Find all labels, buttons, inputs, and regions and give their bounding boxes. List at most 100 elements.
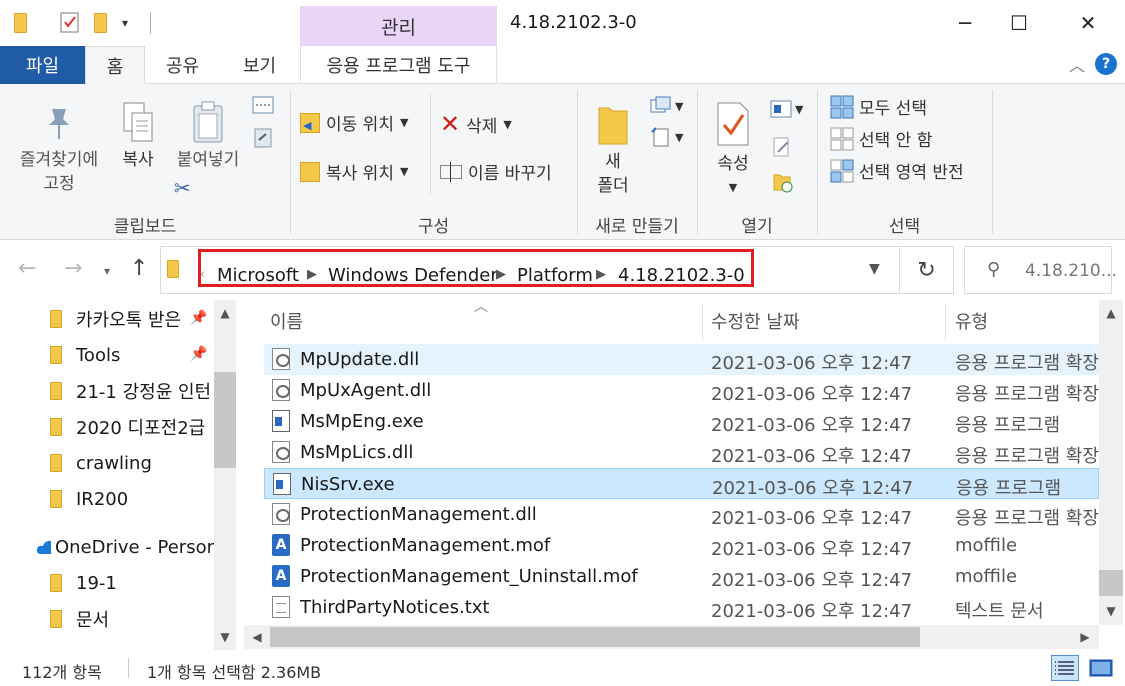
file-name: ProtectionManagement.dll — [300, 504, 537, 525]
search-input[interactable]: ⚲ 4.18.210... — [964, 246, 1117, 294]
scroll-down-arrow-icon[interactable]: ▼ — [214, 630, 236, 644]
new-folder-quick-access-icon[interactable] — [94, 12, 107, 34]
new-folder-button[interactable]: 새 폴더 — [585, 98, 641, 198]
nav-scrollbar[interactable] — [214, 300, 236, 650]
minimize-button[interactable]: ─ — [938, 0, 992, 46]
pin-icon: 📌 — [190, 346, 208, 362]
back-arrow-icon[interactable]: ← — [18, 256, 36, 281]
nav-item-label: Tools — [76, 344, 121, 366]
nav-item-2020[interactable]: 2020 디포전2급 — [50, 410, 214, 444]
address-highlight-box — [198, 249, 754, 287]
properties-icon — [705, 96, 761, 152]
file-list-horizontal-thumb[interactable] — [270, 627, 920, 647]
scroll-down-arrow-icon[interactable]: ▼ — [1100, 604, 1122, 618]
organize-group-label: 구성 — [417, 217, 450, 237]
file-row[interactable]: MpUpdate.dll 2021-03-06 오후 12:47 응용 프로그램 확… — [264, 344, 1099, 375]
file-row[interactable]: MsMpEng.exe 2021-03-06 오후 12:47 응용 프로그램 — [264, 406, 1099, 437]
tab-home[interactable]: 홈 — [85, 46, 145, 85]
copy-icon — [112, 98, 164, 148]
up-arrow-icon[interactable]: ↑ — [130, 256, 148, 281]
address-history-chevron-icon[interactable]: ▼ — [869, 261, 880, 277]
maximize-button[interactable]: ☐ — [992, 0, 1046, 46]
nav-item-documents[interactable]: 문서 — [50, 602, 214, 636]
new-item-button[interactable]: ▼ — [650, 96, 683, 116]
scroll-left-arrow-icon[interactable]: ◀ — [246, 630, 268, 644]
move-to-label: 이동 위치 — [326, 115, 394, 135]
nav-item-ir200[interactable]: IR200 — [50, 482, 214, 516]
nav-item-label: 카카오톡 받은 — [76, 310, 182, 331]
nav-item-19-1[interactable]: 19-1 — [50, 566, 214, 600]
copy-to-label: 복사 위치 — [326, 164, 394, 184]
properties-button[interactable]: 속성 ▼ — [705, 96, 761, 200]
tab-share[interactable]: 공유 — [150, 46, 215, 84]
chevron-down-icon: ▼ — [675, 99, 684, 113]
folder-icon — [50, 382, 62, 400]
delete-button[interactable]: ✕ 삭제 ▼ — [440, 110, 512, 138]
copy-to-button[interactable]: 복사 위치 ▼ — [300, 159, 408, 184]
nav-scroll-thumb[interactable] — [214, 372, 236, 468]
select-all-button[interactable]: 모두 선택 — [830, 94, 927, 119]
file-type: moffile — [955, 566, 1018, 587]
file-row[interactable]: ProtectionManagement.dll 2021-03-06 오후 12… — [264, 499, 1099, 530]
pin-to-quick-access-button[interactable]: 즐겨찾기에 고정 — [10, 98, 108, 196]
folder-icon — [50, 574, 62, 592]
onedrive-label: OneDrive - Persor — [54, 536, 214, 558]
details-view-icon[interactable] — [1051, 655, 1079, 681]
invert-selection-button[interactable]: 선택 영역 반전 — [830, 158, 964, 183]
file-type: 응용 프로그램 확장 — [955, 384, 1099, 405]
nav-item-crawling[interactable]: crawling — [50, 446, 214, 480]
file-name: ThirdPartyNotices.txt — [300, 597, 490, 618]
large-icons-view-icon[interactable] — [1087, 655, 1115, 681]
tab-app-tools[interactable]: 응용 프로그램 도구 — [300, 46, 497, 84]
folder-icon — [50, 454, 62, 472]
properties-quick-access-icon[interactable] — [60, 12, 80, 34]
scroll-up-arrow-icon[interactable]: ▲ — [1100, 306, 1122, 320]
file-list-vertical-thumb[interactable] — [1099, 570, 1123, 596]
select-none-button[interactable]: 선택 안 함 — [830, 126, 932, 151]
paste-button[interactable]: 붙여넣기 — [168, 98, 248, 172]
file-row[interactable]: A ProtectionManagement_Uninstall.mof 2021-… — [264, 561, 1099, 592]
scroll-up-arrow-icon[interactable]: ▲ — [214, 306, 236, 320]
open-button[interactable]: ▼ — [770, 100, 803, 118]
file-row[interactable]: MpUxAgent.dll 2021-03-06 오후 12:47 응용 프로그램 … — [264, 375, 1099, 406]
cut-icon[interactable]: ✂ — [174, 176, 191, 200]
folder-icon — [50, 346, 62, 364]
file-type: moffile — [955, 535, 1018, 556]
dll-file-icon — [272, 348, 290, 370]
delete-x-icon: ✕ — [440, 110, 461, 138]
close-button[interactable]: ✕ — [1061, 0, 1115, 46]
column-header-type[interactable]: 유형 — [955, 300, 988, 342]
column-header-date[interactable]: 수정한 날짜 — [711, 300, 800, 342]
rename-button[interactable]: 이름 바꾸기 — [440, 159, 552, 184]
nav-item-internship[interactable]: 21-1 강정윤 인턴 — [50, 374, 214, 408]
ribbon-collapse-icon[interactable]: ︿ — [1069, 52, 1085, 76]
select-all-label: 모두 선택 — [859, 99, 927, 119]
customize-quick-access-icon[interactable]: ▾ — [122, 12, 128, 34]
edit-icon[interactable] — [772, 136, 792, 158]
tab-file[interactable]: 파일 — [0, 46, 85, 84]
easy-access-button[interactable]: ▼ — [650, 126, 683, 148]
tab-view[interactable]: 보기 — [222, 46, 297, 84]
refresh-icon[interactable]: ↻ — [900, 246, 954, 294]
rename-icon — [440, 161, 462, 182]
file-row[interactable]: ThirdPartyNotices.txt 2021-03-06 오후 12:47… — [264, 592, 1099, 623]
copy-button[interactable]: 복사 — [112, 98, 164, 172]
file-row[interactable]: A ProtectionManagement.mof 2021-03-06 오후 1… — [264, 530, 1099, 561]
nav-item-label: IR200 — [76, 488, 129, 510]
scroll-right-arrow-icon[interactable]: ▶ — [1074, 630, 1096, 644]
move-to-button[interactable]: ◀ 이동 위치 ▼ — [300, 110, 408, 135]
paste-shortcut-icon[interactable] — [254, 126, 272, 148]
manage-tab[interactable]: 관리 — [300, 6, 497, 46]
new-folder-label-1: 새 — [605, 152, 621, 172]
status-bar: 112개 항목 1개 항목 선택함 2.36MB — [0, 650, 1125, 686]
file-row[interactable]: MsMpLics.dll 2021-03-06 오후 12:47 응용 프로그램 확… — [264, 437, 1099, 468]
sort-ascending-icon: ︿ — [474, 300, 488, 315]
file-row[interactable]: NisSrv.exe 2021-03-06 오후 12:47 응용 프로그램 — [264, 468, 1099, 499]
recent-locations-icon[interactable]: ▾ — [104, 264, 110, 278]
help-icon[interactable]: ? — [1095, 53, 1117, 75]
column-header-name[interactable]: 이름 — [270, 300, 303, 342]
history-icon[interactable] — [772, 172, 794, 194]
forward-arrow-icon[interactable]: → — [64, 256, 82, 281]
copy-path-icon[interactable] — [252, 96, 274, 114]
nav-item-onedrive[interactable]: OneDrive - Persor — [36, 530, 214, 564]
